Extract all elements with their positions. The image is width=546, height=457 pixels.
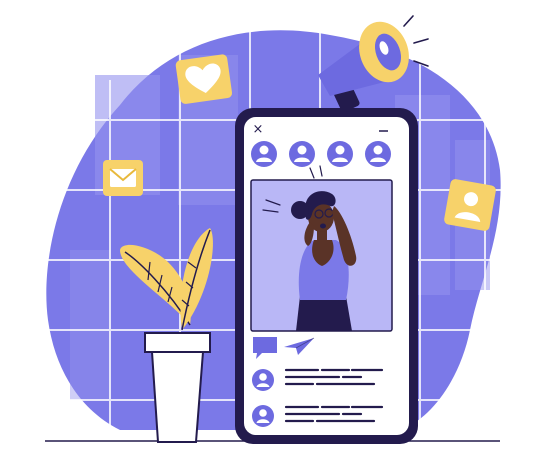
- post-image[interactable]: [250, 165, 393, 332]
- user-icon: [444, 179, 496, 231]
- phone: [235, 108, 418, 444]
- envelope-icon: [103, 160, 143, 196]
- social-media-illustration: [45, 15, 505, 444]
- close-icon[interactable]: ×: [251, 123, 265, 137]
- story-avatar[interactable]: [327, 141, 353, 167]
- heart-icon: [175, 54, 233, 104]
- story-avatar[interactable]: [365, 141, 391, 167]
- story-avatar[interactable]: [251, 141, 277, 167]
- story-avatar[interactable]: [289, 141, 315, 167]
